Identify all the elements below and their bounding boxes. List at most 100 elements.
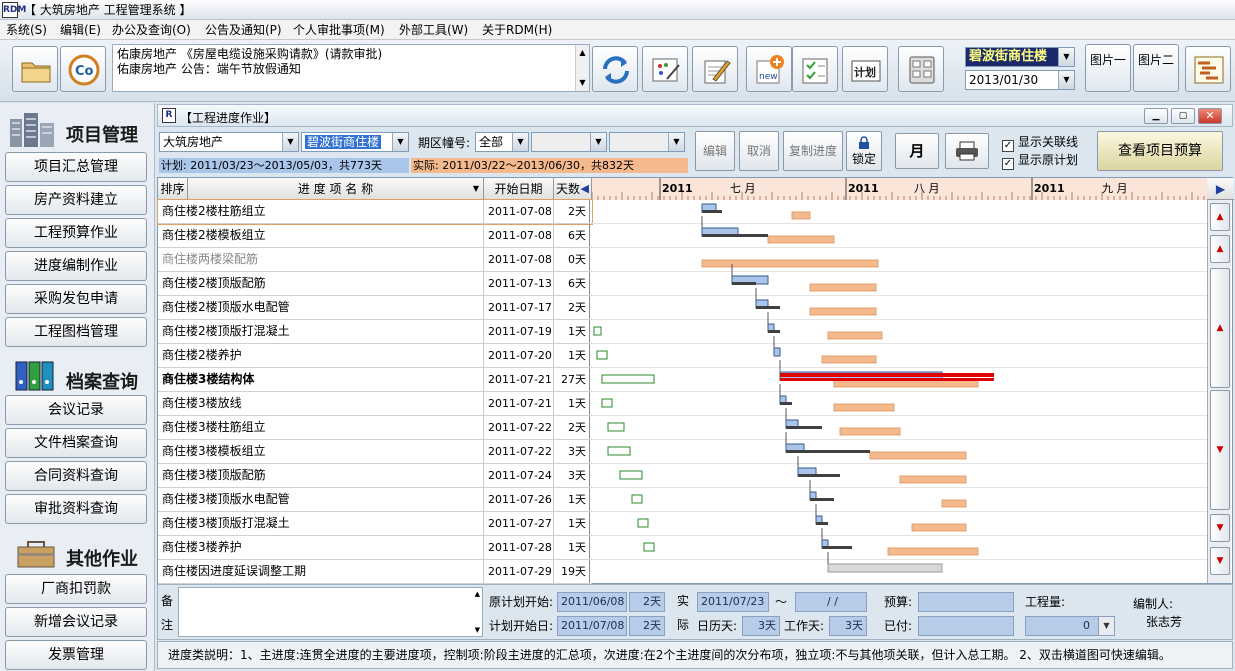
task-start-date[interactable]: 2011-07-21 — [484, 392, 554, 415]
task-name[interactable]: 商住楼3楼养护 — [158, 536, 484, 559]
calculator-button[interactable] — [898, 46, 944, 92]
task-start-date[interactable]: 2011-07-21 — [484, 368, 554, 391]
table-row[interactable]: 商住楼3楼顶版打混凝土 2011-07-27 1天 — [158, 512, 592, 536]
chevron-down-icon[interactable]: ▼ — [1098, 617, 1114, 635]
progress-bar[interactable] — [822, 546, 852, 549]
unit-select[interactable]: ▼ — [609, 132, 685, 152]
scroll-bottom-icon[interactable]: ▼ — [1210, 547, 1230, 575]
building-select[interactable]: ▼ — [531, 132, 607, 152]
view-budget-button[interactable]: 查看项目预算 — [1097, 131, 1223, 171]
orig-days-field[interactable]: 2天 — [629, 592, 665, 612]
plan-button[interactable]: 计划 — [842, 46, 888, 92]
sidebar-item-meetings[interactable]: 会议记录 — [5, 395, 147, 425]
orig-start-field[interactable]: 2011/06/08 — [557, 592, 627, 612]
actual-start-field[interactable]: 2011/07/23 — [697, 592, 769, 612]
plan-start-field[interactable]: 2011/07/08 — [557, 616, 627, 636]
table-row[interactable]: 商住楼2楼养护 2011-07-20 1天 — [158, 344, 592, 368]
scroll-page-down-icon[interactable]: ▼ — [1210, 514, 1230, 542]
table-row[interactable]: 商住楼两楼梁配筋 2011-07-08 0天 — [158, 248, 592, 272]
task-name[interactable]: 商住楼3楼柱筋组立 — [158, 416, 484, 439]
task-days[interactable]: 2天 — [554, 416, 590, 439]
chevron-down-icon[interactable]: ▼ — [1058, 71, 1074, 89]
original-plan-bar[interactable] — [631, 494, 643, 504]
task-start-date[interactable]: 2011-07-08 — [484, 200, 554, 223]
task-days[interactable]: 2天 — [554, 200, 590, 223]
table-row[interactable]: 商住楼3楼柱筋组立 2011-07-22 2天 — [158, 416, 592, 440]
notice-scrollbar[interactable]: ▲ ▼ — [575, 45, 589, 91]
chevron-down-icon[interactable]: ▼ — [512, 133, 528, 151]
original-plan-bar[interactable] — [643, 542, 655, 552]
edit-button[interactable]: 编辑 — [695, 131, 735, 171]
sidebar-item-penalties[interactable]: 厂商扣罚款 — [5, 574, 147, 604]
chevron-down-icon[interactable]: ▼ — [473, 178, 479, 200]
task-start-date[interactable]: 2011-07-19 — [484, 320, 554, 343]
close-button[interactable]: ✕ — [1198, 108, 1222, 124]
task-start-date[interactable]: 2011-07-22 — [484, 416, 554, 439]
scroll-down-icon[interactable]: ▼ — [1210, 390, 1230, 510]
original-plan-bar[interactable] — [637, 518, 649, 528]
checklist-button[interactable] — [792, 46, 838, 92]
table-row[interactable]: 商住楼3楼养护 2011-07-28 1天 — [158, 536, 592, 560]
gantt-button[interactable] — [1185, 46, 1231, 92]
progress-bar[interactable] — [768, 330, 780, 333]
minimize-button[interactable]: ▁ — [1144, 108, 1168, 124]
draw-button[interactable] — [642, 46, 688, 92]
menu-external-tools[interactable]: 外部工具(W) — [399, 22, 468, 38]
original-plan-bar[interactable] — [601, 374, 655, 384]
original-plan-bar[interactable] — [596, 350, 608, 360]
task-start-date[interactable]: 2011-07-24 — [484, 464, 554, 487]
task-days[interactable]: 1天 — [554, 536, 590, 559]
progress-bar[interactable] — [702, 210, 722, 213]
menu-edit[interactable]: 编辑(E) — [60, 22, 101, 38]
actual-bar[interactable] — [839, 427, 901, 436]
table-row[interactable]: 商住楼3楼模板组立 2011-07-22 3天 — [158, 440, 592, 464]
menu-about[interactable]: 关于RDM(H) — [482, 22, 552, 38]
actual-bar[interactable] — [767, 235, 835, 244]
notice-panel[interactable]: 佑康房地产 《房屋电缆设施采购请款》(请款审批) 佑康房地产 公告：端午节放假通… — [112, 44, 590, 92]
gantt-chart[interactable] — [592, 200, 1207, 583]
menu-notices[interactable]: 公告及通知(P) — [205, 22, 282, 38]
task-start-date[interactable]: 2011-07-08 — [484, 248, 554, 271]
col-name-header[interactable]: 进 度 项 名 称 ▼ — [188, 178, 484, 200]
project-filter-select[interactable]: 碧波街商住楼 ▼ — [301, 132, 409, 152]
table-row[interactable]: 商住楼2楼顶版配筋 2011-07-13 6天 — [158, 272, 592, 296]
task-name[interactable]: 商住楼2楼顶版配筋 — [158, 272, 484, 295]
task-start-date[interactable]: 2011-07-28 — [484, 536, 554, 559]
actual-bar[interactable] — [827, 331, 883, 340]
new-button[interactable]: new — [746, 46, 792, 92]
task-start-date[interactable]: 2011-07-27 — [484, 512, 554, 535]
task-start-date[interactable]: 2011-07-13 — [484, 272, 554, 295]
original-plan-bar[interactable] — [607, 422, 625, 432]
chevron-down-icon[interactable]: ▼ — [590, 133, 606, 151]
period-select[interactable]: 全部 ▼ — [475, 132, 529, 152]
paid-field[interactable] — [918, 616, 1014, 636]
menu-office-query[interactable]: 办公及查询(O) — [112, 22, 191, 38]
original-plan-bar[interactable] — [607, 446, 631, 456]
chevron-down-icon[interactable]: ▼ — [392, 133, 408, 151]
task-days[interactable]: 1天 — [554, 392, 590, 415]
actual-bar[interactable] — [941, 499, 967, 508]
table-row[interactable]: 商住楼2楼模板组立 2011-07-08 6天 — [158, 224, 592, 248]
show-original-checkbox[interactable]: ✓ 显示原计划 — [1002, 153, 1078, 170]
vertical-scrollbar[interactable]: ▲ ▲ ▲ ▼ ▼ ▼ — [1207, 200, 1231, 583]
sidebar-item-budget[interactable]: 工程预算作业 — [5, 218, 147, 248]
sidebar-item-new-meeting[interactable]: 新增会议记录 — [5, 607, 147, 637]
task-name[interactable]: 商住楼3楼结构体 — [158, 368, 484, 391]
scroll-page-up-icon[interactable]: ▲ — [1210, 235, 1230, 263]
original-plan-bar[interactable] — [593, 326, 602, 336]
quantity-field[interactable]: 0 ▼ — [1025, 616, 1115, 636]
actual-bar[interactable] — [809, 307, 877, 316]
actual-bar[interactable] — [911, 523, 967, 532]
col-days-header[interactable]: 天数 ◀ — [554, 178, 592, 200]
show-relations-checkbox[interactable]: ✓ 显示关联线 — [1002, 135, 1078, 152]
task-name[interactable]: 商住楼2楼养护 — [158, 344, 484, 367]
task-start-date[interactable]: 2011-07-26 — [484, 488, 554, 511]
picture-two-button[interactable]: 图片二 — [1133, 44, 1179, 92]
original-plan-bar[interactable] — [601, 398, 613, 408]
task-days[interactable]: 2天 — [554, 296, 590, 319]
actual-bar[interactable] — [809, 283, 877, 292]
task-name[interactable]: 商住楼因进度延误调整工期 — [158, 560, 484, 583]
task-start-date[interactable]: 2011-07-17 — [484, 296, 554, 319]
sidebar-item-contracts[interactable]: 合同资料查询 — [5, 461, 147, 491]
sidebar-item-invoices[interactable]: 发票管理 — [5, 640, 147, 670]
